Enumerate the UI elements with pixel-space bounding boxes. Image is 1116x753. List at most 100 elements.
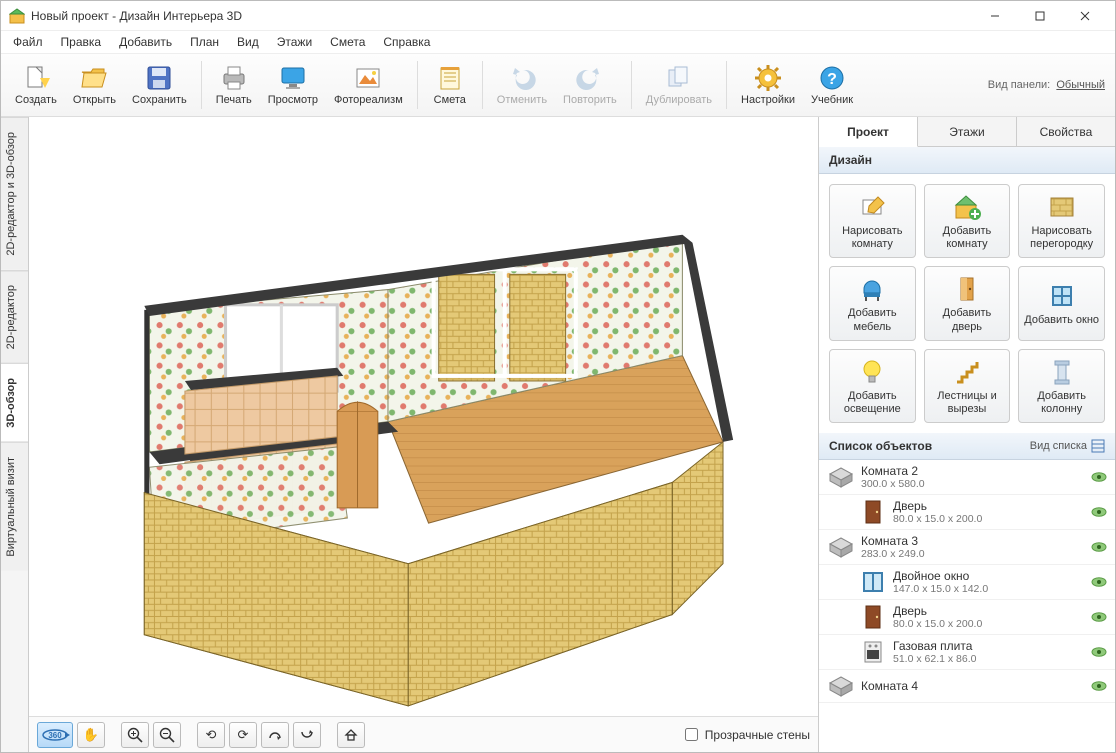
transparent-walls-checkbox[interactable] [685, 728, 698, 741]
add-lighting-button[interactable]: Добавить освещение [829, 349, 916, 423]
tilt-down-button[interactable] [293, 722, 321, 748]
add-window-button[interactable]: Добавить окно [1018, 266, 1105, 340]
door-icon [859, 605, 887, 629]
menu-file[interactable]: Файл [5, 33, 51, 51]
tilt-up-button[interactable] [261, 722, 289, 748]
add-room-button[interactable]: Добавить комнату [924, 184, 1011, 258]
object-row[interactable]: Дверь80.0 x 15.0 x 200.0 [819, 495, 1115, 530]
duplicate-button[interactable]: Дублировать [638, 62, 720, 108]
estimate-button[interactable]: Смета [424, 62, 476, 108]
close-button[interactable] [1062, 1, 1107, 31]
list-mode-icon[interactable] [1091, 439, 1105, 453]
object-name: Комната 3 [861, 534, 1091, 548]
right-panel-tabs: Проект Этажи Свойства [819, 117, 1115, 147]
menu-view[interactable]: Вид [229, 33, 267, 51]
minimize-button[interactable] [972, 1, 1017, 31]
vtab-2d[interactable]: 2D-редактор [1, 270, 28, 363]
menu-add[interactable]: Добавить [111, 33, 180, 51]
brick-wall-icon [1048, 193, 1076, 221]
visibility-eye-icon[interactable] [1091, 472, 1107, 482]
photorealism-button[interactable]: Фотореализм [326, 62, 411, 108]
stairs-icon [953, 358, 981, 386]
visibility-eye-icon[interactable] [1091, 577, 1107, 587]
tilt-down-icon [300, 728, 314, 742]
zoom-in-icon [127, 727, 143, 743]
print-button[interactable]: Печать [208, 62, 260, 108]
object-name: Газовая плита [893, 639, 1091, 653]
add-column-button[interactable]: Добавить колонну [1018, 349, 1105, 423]
rtab-floors[interactable]: Этажи [918, 117, 1017, 146]
rtab-project[interactable]: Проект [819, 117, 918, 147]
save-icon [145, 64, 173, 92]
object-list[interactable]: Комната 2300.0 x 580.0Дверь80.0 x 15.0 x… [819, 460, 1115, 752]
visibility-eye-icon[interactable] [1091, 647, 1107, 657]
door-icon [859, 500, 887, 524]
panel-mode-link[interactable]: Обычный [1056, 79, 1105, 91]
new-file-icon [22, 64, 50, 92]
object-dimensions: 80.0 x 15.0 x 200.0 [893, 513, 1091, 525]
new-button[interactable]: Создать [7, 62, 65, 108]
window-icon [1048, 282, 1076, 310]
zoom-in-button[interactable] [121, 722, 149, 748]
undo-button[interactable]: Отменить [489, 62, 555, 108]
object-row[interactable]: Двойное окно147.0 x 15.0 x 142.0 [819, 565, 1115, 600]
view-mode-tabs: 2D-редактор и 3D-обзор 2D-редактор 3D-об… [1, 117, 29, 752]
object-row[interactable]: Комната 3283.0 x 249.0 [819, 530, 1115, 565]
object-row[interactable]: Газовая плита51.0 x 62.1 x 86.0 [819, 635, 1115, 670]
visibility-eye-icon[interactable] [1091, 681, 1107, 691]
column-icon [1048, 358, 1076, 386]
settings-button[interactable]: Настройки [733, 62, 803, 108]
add-furniture-button[interactable]: Добавить мебель [829, 266, 916, 340]
help-icon: ? [818, 64, 846, 92]
vtab-2d3d[interactable]: 2D-редактор и 3D-обзор [1, 117, 28, 270]
door-icon [953, 275, 981, 303]
transparent-walls-toggle[interactable]: Прозрачные стены [681, 725, 810, 744]
printer-icon [220, 64, 248, 92]
duplicate-icon [665, 64, 693, 92]
vtab-virtual[interactable]: Виртуальный визит [1, 442, 28, 571]
viewport-toolbar: 360 ✋ ⟲ ⟳ Прозрачные стены [29, 716, 818, 752]
rotate360-button[interactable]: 360 [37, 722, 73, 748]
vtab-3d[interactable]: 3D-обзор [1, 363, 28, 442]
maximize-button[interactable] [1017, 1, 1062, 31]
redo-button[interactable]: Повторить [555, 62, 625, 108]
rotate-right-button[interactable]: ⟳ [229, 722, 257, 748]
gear-icon [754, 64, 782, 92]
draw-partition-button[interactable]: Нарисовать перегородку [1018, 184, 1105, 258]
bulb-icon [858, 358, 886, 386]
add-door-button[interactable]: Добавить дверь [924, 266, 1011, 340]
save-button[interactable]: Сохранить [124, 62, 195, 108]
visibility-eye-icon[interactable] [1091, 507, 1107, 517]
pan-button[interactable]: ✋ [77, 722, 105, 748]
object-row[interactable]: Дверь80.0 x 15.0 x 200.0 [819, 600, 1115, 635]
menu-plan[interactable]: План [182, 33, 227, 51]
menu-edit[interactable]: Правка [53, 33, 110, 51]
object-name: Двойное окно [893, 569, 1091, 583]
menu-estimate[interactable]: Смета [322, 33, 373, 51]
notepad-icon [436, 64, 464, 92]
object-row[interactable]: Комната 2300.0 x 580.0 [819, 460, 1115, 495]
object-dimensions: 80.0 x 15.0 x 200.0 [893, 618, 1091, 630]
rotate-left-button[interactable]: ⟲ [197, 722, 225, 748]
draw-room-icon [858, 193, 886, 221]
home-view-button[interactable] [337, 722, 365, 748]
stairs-button[interactable]: Лестницы и вырезы [924, 349, 1011, 423]
zoom-out-button[interactable] [153, 722, 181, 748]
menu-bar: Файл Правка Добавить План Вид Этажи Смет… [1, 31, 1115, 53]
undo-icon [508, 64, 536, 92]
help-button[interactable]: ? Учебник [803, 62, 861, 108]
list-mode-link[interactable]: Вид списка [1030, 440, 1087, 452]
viewport-3d[interactable] [29, 117, 818, 716]
design-tool-grid: Нарисовать комнату Добавить комнату Нари… [819, 174, 1115, 433]
rtab-props[interactable]: Свойства [1017, 117, 1115, 146]
object-name: Дверь [893, 499, 1091, 513]
menu-floors[interactable]: Этажи [269, 33, 320, 51]
object-row[interactable]: Комната 4 [819, 670, 1115, 703]
preview-button[interactable]: Просмотр [260, 62, 326, 108]
visibility-eye-icon[interactable] [1091, 542, 1107, 552]
visibility-eye-icon[interactable] [1091, 612, 1107, 622]
object-name: Дверь [893, 604, 1091, 618]
menu-help[interactable]: Справка [375, 33, 438, 51]
draw-room-button[interactable]: Нарисовать комнату [829, 184, 916, 258]
open-button[interactable]: Открыть [65, 62, 124, 108]
